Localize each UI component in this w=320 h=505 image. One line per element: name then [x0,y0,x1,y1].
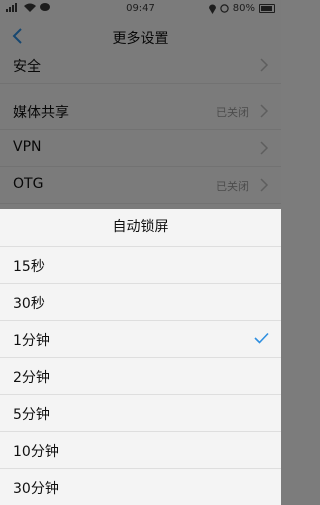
auto-lock-sheet: 自动锁屏 15秒 30秒 1分钟 2分钟 5分钟 10分钟 30分钟 [0,209,281,505]
option-label: 15秒 [13,259,45,275]
option-label: 2分钟 [13,370,50,386]
option-1min[interactable]: 1分钟 [0,321,281,358]
option-15s[interactable]: 15秒 [0,247,281,284]
option-label: 30秒 [13,296,45,312]
option-2min[interactable]: 2分钟 [0,358,281,395]
option-label: 5分钟 [13,407,50,423]
sheet-title: 自动锁屏 [0,209,281,247]
option-label: 10分钟 [13,444,59,460]
option-30s[interactable]: 30秒 [0,284,281,321]
option-label: 1分钟 [13,333,50,349]
check-icon [254,332,269,344]
screen: 09:47 80% 更多设置 安全 媒体共享 已关闭 [0,0,281,505]
option-5min[interactable]: 5分钟 [0,395,281,432]
option-label: 30分钟 [13,481,59,497]
option-10min[interactable]: 10分钟 [0,432,281,469]
